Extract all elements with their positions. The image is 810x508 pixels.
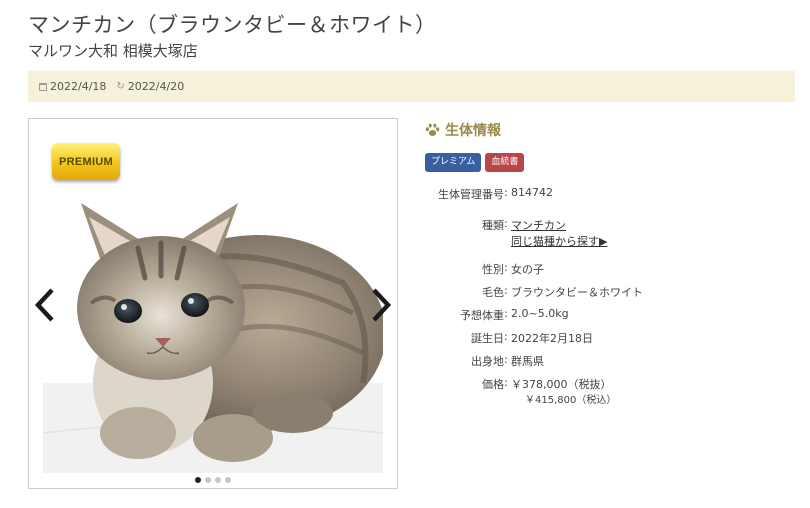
info-value: 群馬県 xyxy=(511,355,544,368)
slide-indicators xyxy=(29,477,397,483)
info-row-birthday: 誕生日: 2022年2月18日 xyxy=(425,330,805,353)
info-value: 2022年2月18日 xyxy=(511,332,593,345)
slide-dot[interactable] xyxy=(205,477,211,483)
info-value: ブラウンタビー＆ホワイト xyxy=(511,286,643,299)
info-row-id: 生体管理番号: 814742 xyxy=(425,186,805,207)
prev-arrow-icon[interactable] xyxy=(33,287,57,323)
price-incl-tax: ￥415,800（税込） xyxy=(525,395,617,406)
slide-dot[interactable] xyxy=(215,477,221,483)
shop-name: マルワン大和 相模大塚店 xyxy=(28,42,198,60)
info-label: 性別 xyxy=(482,263,504,276)
price-excl-tax: ￥378,000（税抜） xyxy=(511,378,612,391)
info-row-weight: 予想体重: 2.0~5.0kg xyxy=(425,307,805,330)
tag-premium: プレミアム xyxy=(425,153,482,172)
slide-dot[interactable] xyxy=(225,477,231,483)
info-value: 2.0~5.0kg xyxy=(511,307,569,320)
info-row-breed: 種類: マンチカン xyxy=(425,217,805,233)
section-title: 生体情報 xyxy=(445,123,501,139)
refresh-icon: ↻ xyxy=(116,80,125,92)
tag-pedigree: 血統書 xyxy=(485,153,525,172)
kitten-photo xyxy=(43,133,383,473)
info-row-origin: 出身地: 群馬県 xyxy=(425,353,805,376)
info-row-color: 毛色: ブラウンタビー＆ホワイト xyxy=(425,284,805,307)
info-value: 814742 xyxy=(511,186,553,199)
info-label: 種類 xyxy=(482,219,504,232)
updated-date: ↻ 2022/4/20 xyxy=(116,80,184,93)
calendar-icon xyxy=(39,82,47,91)
info-row-sex: 性別: 女の子 xyxy=(425,261,805,284)
date-bar: 2022/4/18 ↻ 2022/4/20 xyxy=(28,71,795,102)
slide-dot[interactable] xyxy=(195,477,201,483)
photo-gallery: PREMIUM xyxy=(28,118,398,489)
breed-link[interactable]: マンチカン xyxy=(511,219,566,232)
info-label: 毛色 xyxy=(482,286,504,299)
tag-list: プレミアム 血統書 xyxy=(425,153,525,172)
info-label: 価格 xyxy=(482,378,504,391)
same-breed-search-link[interactable]: 同じ猫種から探す▶ xyxy=(511,235,607,248)
info-label: 生体管理番号 xyxy=(438,188,504,201)
section-heading: 生体情報 xyxy=(425,120,501,140)
info-row-breed-search: 同じ猫種から探す▶ xyxy=(425,233,805,251)
page-title: マンチカン（ブラウンタビー＆ホワイト） xyxy=(28,13,437,37)
posted-date: 2022/4/18 xyxy=(39,80,106,93)
paw-icon xyxy=(425,123,440,136)
info-row-price-taxed: ￥415,800（税込） xyxy=(425,391,805,406)
updated-date-text: 2022/4/20 xyxy=(127,80,185,93)
info-row-price: 価格: ￥378,000（税抜） xyxy=(425,376,805,391)
info-value: 女の子 xyxy=(511,263,544,276)
info-label: 出身地 xyxy=(471,355,504,368)
info-table: 生体管理番号: 814742 種類: マンチカン 同じ猫種から探す▶ 性別: 女… xyxy=(425,186,805,406)
posted-date-text: 2022/4/18 xyxy=(50,80,107,93)
info-label: 予想体重 xyxy=(460,309,504,322)
next-arrow-icon[interactable] xyxy=(369,287,393,323)
premium-badge: PREMIUM xyxy=(52,143,120,180)
info-label: 誕生日 xyxy=(471,332,504,345)
